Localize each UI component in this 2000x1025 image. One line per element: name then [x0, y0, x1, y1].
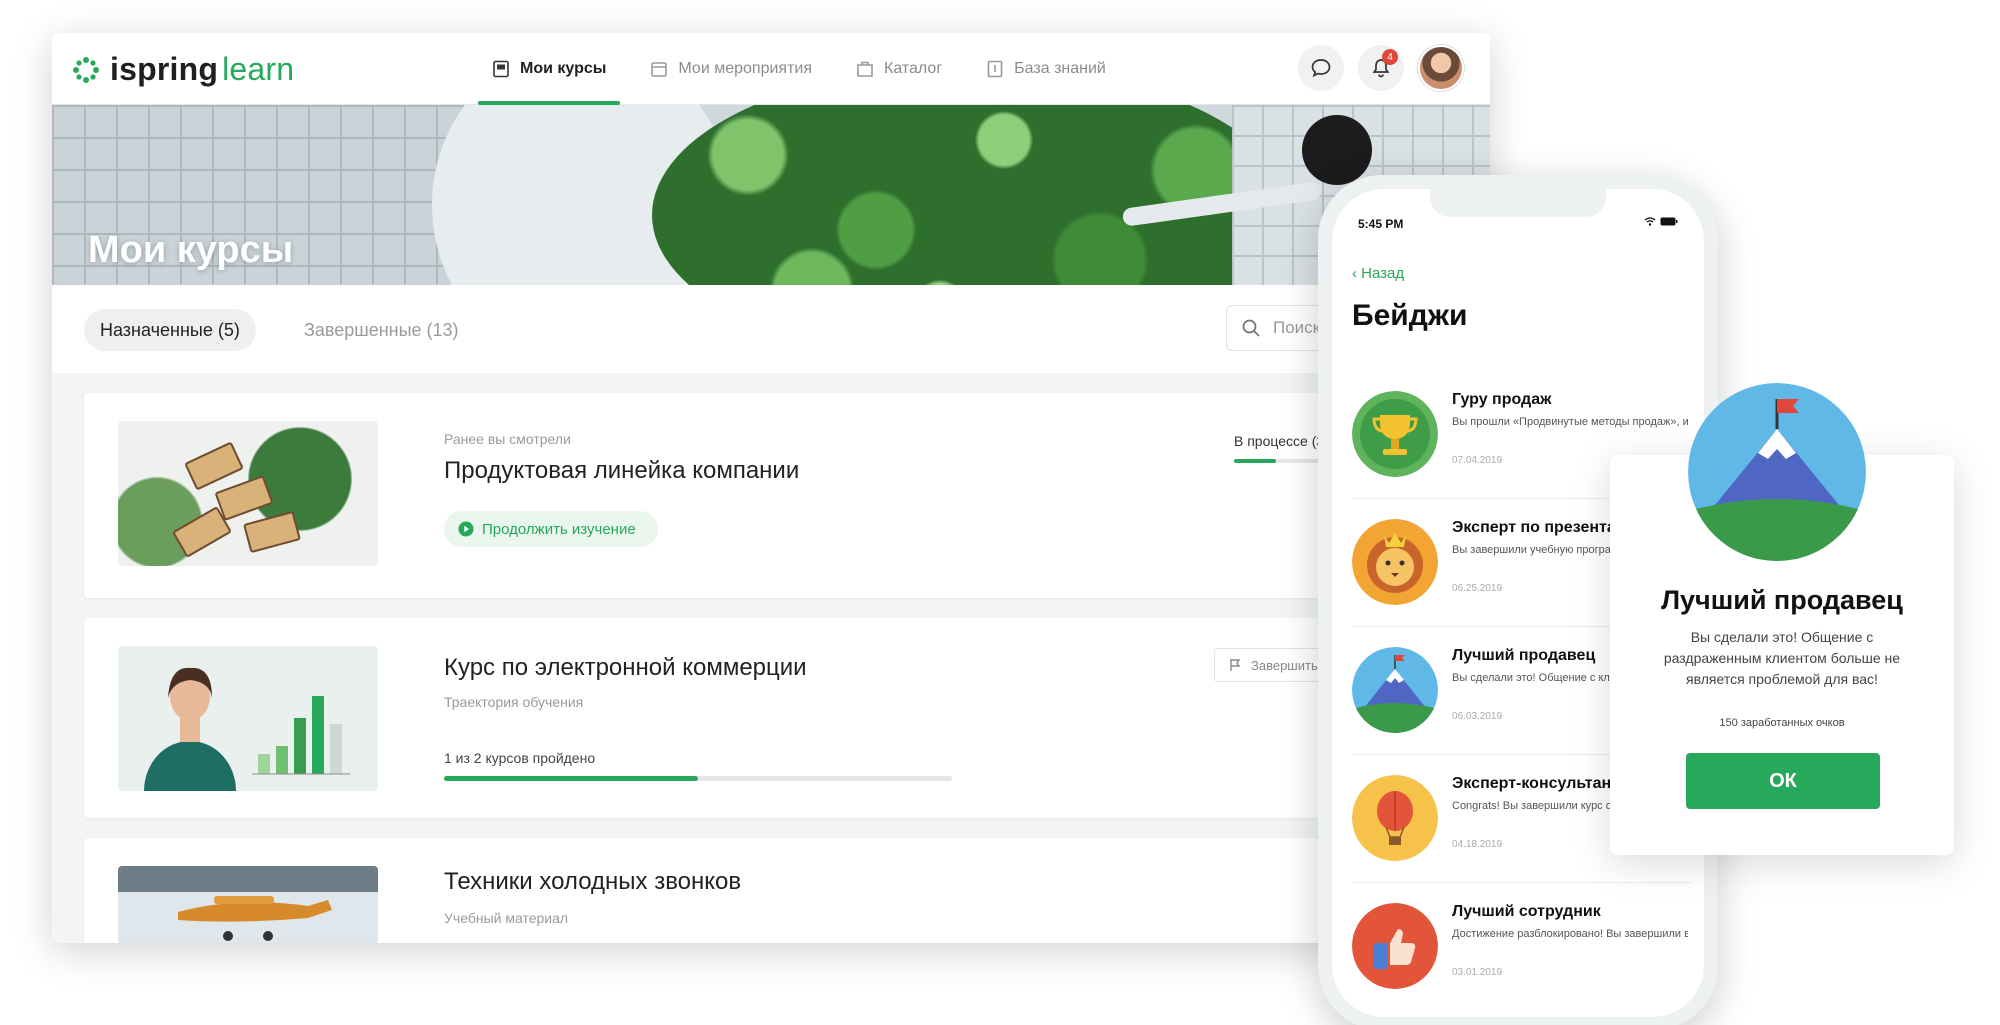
- trophy-icon: [1352, 391, 1438, 477]
- course-title[interactable]: Техники холодных звонков: [444, 868, 741, 896]
- course-thumbnail: [118, 421, 378, 566]
- course-title[interactable]: Курс по электронной коммерции: [444, 654, 807, 682]
- messages-button[interactable]: [1298, 45, 1344, 91]
- path-progress-bar: [444, 776, 952, 781]
- tab-completed[interactable]: Завершенные (13): [304, 309, 459, 351]
- play-icon: [458, 521, 474, 537]
- logo-brand: ispring: [110, 51, 219, 87]
- nav-catalog-label: Каталог: [884, 60, 943, 77]
- badge-date: 07.04.2019: [1452, 455, 1503, 466]
- top-bar: ispring learn Мои курсы Мои мероприятия К…: [52, 33, 1490, 105]
- mountain-icon: [1352, 647, 1438, 733]
- back-button[interactable]: ‹ Назад: [1352, 265, 1404, 282]
- badge-date: 06.25.2019: [1452, 583, 1503, 594]
- thumbs-up-icon: [1352, 903, 1438, 989]
- notification-count-badge: 4: [1382, 49, 1398, 65]
- badges-title: Бейджи: [1352, 299, 1468, 332]
- course-title[interactable]: Продуктовая линейка компании: [444, 457, 799, 485]
- badge-date: 06.03.2019: [1452, 711, 1503, 722]
- mountain-icon: [1688, 383, 1866, 561]
- nav-my-courses[interactable]: Мои курсы: [477, 33, 621, 105]
- book-icon: [987, 60, 1003, 78]
- phone-time: 5:45 PM: [1358, 217, 1404, 231]
- logo[interactable]: ispring learn: [72, 51, 294, 88]
- desktop-window: ispring learn Мои курсы Мои мероприятия К…: [52, 33, 1490, 943]
- badge-name: Гуру продаж: [1452, 391, 1552, 408]
- product-box-decor: [214, 475, 274, 521]
- badge-date: 03.01.2019: [1452, 967, 1503, 978]
- course-thumbnail: [118, 866, 378, 943]
- course-card[interactable]: Техники холодных звонков Учебный материа…: [84, 838, 1464, 943]
- path-progress-fill: [444, 776, 698, 781]
- badge-name: Лучший сотрудник: [1452, 903, 1601, 920]
- phone-status-icons: [1644, 217, 1678, 226]
- page-title: Мои курсы: [88, 229, 294, 271]
- airplane-illustration: [178, 896, 332, 941]
- badge-list-item[interactable]: Лучший сотрудник Достижение разблокирова…: [1352, 883, 1692, 1011]
- ispring-logo-icon: [73, 56, 99, 83]
- course-kicker: Ранее вы смотрели: [444, 431, 571, 447]
- path-progress-label: 1 из 2 курсов пройдено: [444, 750, 596, 766]
- nav-my-events-label: Мои мероприятия: [678, 60, 812, 77]
- battery-icon: [1660, 217, 1678, 226]
- course-card[interactable]: Ранее вы смотрели Продуктовая линейка ко…: [84, 393, 1464, 598]
- catalog-icon: [857, 61, 873, 77]
- continue-learning-label: Продолжить изучение: [482, 520, 636, 538]
- course-icon: [493, 60, 509, 78]
- user-avatar[interactable]: [1418, 45, 1464, 91]
- popup-title: Лучший продавец: [1661, 585, 1903, 615]
- phone-notch: [1430, 189, 1606, 217]
- tab-assigned[interactable]: Назначенные (5): [84, 309, 256, 351]
- hero-leaves-decor: [652, 105, 1292, 285]
- badge-name: Лучший продавец: [1452, 647, 1596, 664]
- calendar-icon: [651, 62, 668, 77]
- product-box-decor: [243, 510, 301, 554]
- course-progress-fill: [1234, 459, 1276, 463]
- flag-icon: [1230, 659, 1241, 671]
- nav-knowledge-base-label: База знаний: [1014, 60, 1106, 77]
- product-box-decor: [184, 441, 244, 491]
- top-actions: 4: [1298, 45, 1464, 91]
- chat-icon: [1311, 59, 1331, 78]
- search-placeholder: Поиск: [1273, 318, 1321, 337]
- balloon-icon: [1352, 775, 1438, 861]
- course-kicker: Учебный материал: [444, 910, 569, 926]
- search-icon: [1242, 319, 1260, 337]
- course-kicker: Траектория обучения: [444, 694, 584, 710]
- nav-catalog[interactable]: Каталог: [856, 33, 942, 105]
- continue-learning-button[interactable]: Продолжить изучение: [444, 511, 658, 547]
- logo-product: learn: [222, 51, 295, 87]
- nav-my-courses-label: Мои курсы: [520, 60, 607, 77]
- nav-my-events[interactable]: Мои мероприятия: [650, 33, 812, 105]
- nav-knowledge-base[interactable]: База знаний: [986, 33, 1106, 105]
- presenter-chart-illustration: [118, 646, 378, 791]
- ok-button[interactable]: ОК: [1686, 753, 1880, 809]
- stage: ispring learn Мои курсы Мои мероприятия К…: [0, 0, 2000, 1025]
- course-thumbnail: [118, 646, 378, 791]
- notifications-button[interactable]: 4: [1358, 45, 1404, 91]
- lion-icon: [1352, 519, 1438, 605]
- course-tabs: Назначенные (5) Завершенные (13) Поиск: [52, 285, 1490, 373]
- badge-desc: Вы прошли «Продвинутые методы продаж», и…: [1452, 416, 1688, 428]
- main-nav: Мои курсы Мои мероприятия Каталог База з…: [477, 33, 1106, 105]
- wifi-icon: [1644, 217, 1656, 226]
- badge-desc: Достижение разблокировано! Вы завершили …: [1452, 928, 1688, 940]
- hero-person-decor: [1302, 115, 1372, 185]
- popup-points: 150 заработанных очков: [1719, 717, 1845, 729]
- badge-name: Эксперт-консультант: [1452, 775, 1620, 792]
- course-card[interactable]: Курс по электронной коммерции Траектория…: [84, 618, 1464, 818]
- badge-date: 04.18.2019: [1452, 839, 1503, 850]
- popup-text: Вы сделали это! Общение с раздраженным к…: [1663, 629, 1901, 687]
